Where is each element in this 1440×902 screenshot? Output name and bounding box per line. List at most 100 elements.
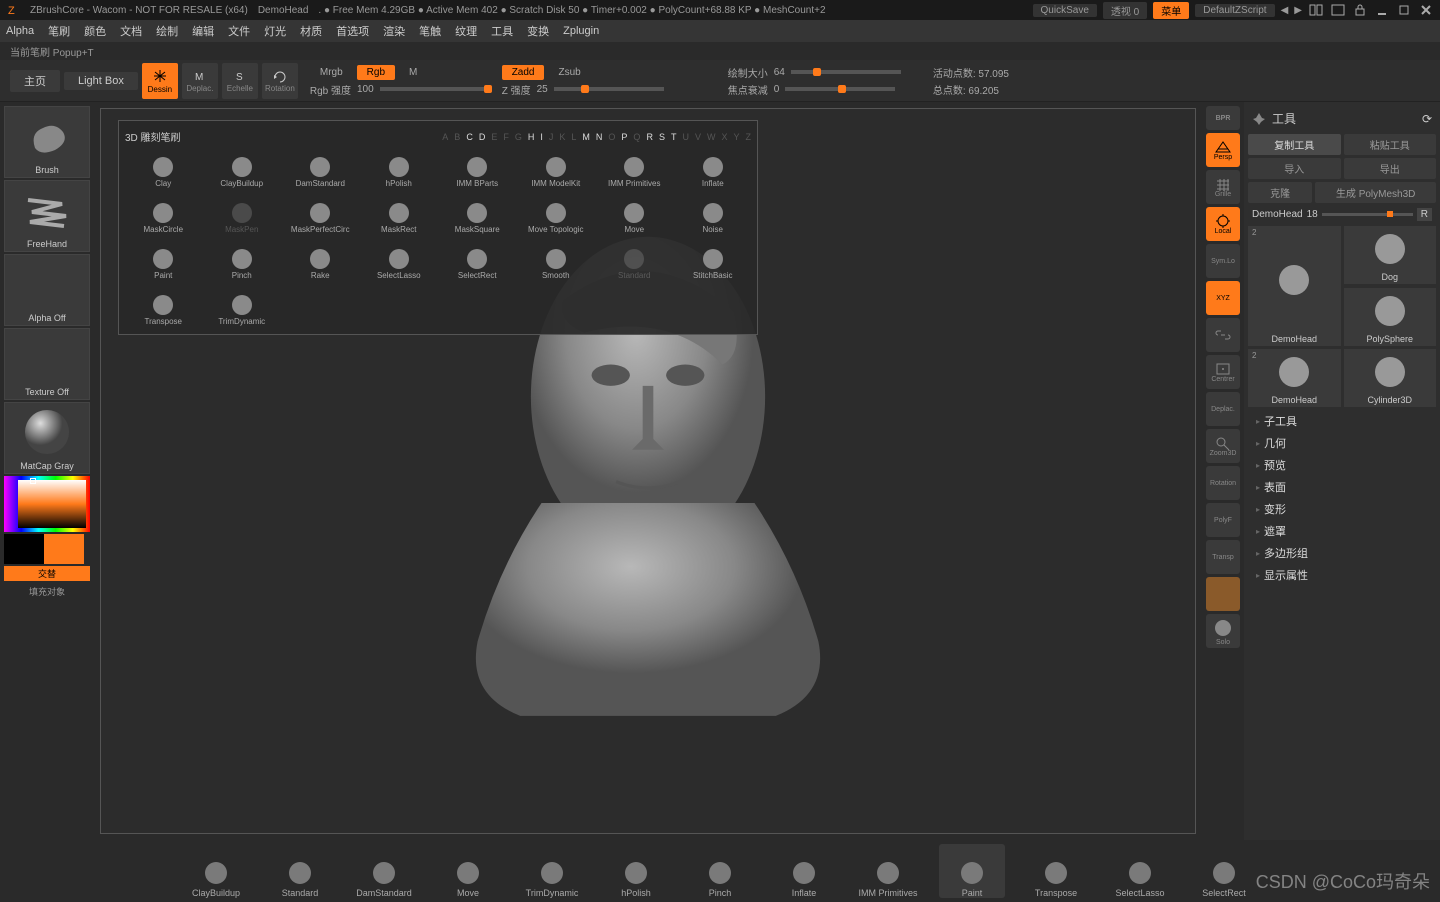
transp-button[interactable]: Transp (1206, 540, 1240, 574)
brush-shortcut[interactable]: DamStandard (351, 844, 417, 898)
brush-shortcut[interactable]: SelectLasso (1107, 844, 1173, 898)
brush-shortcut[interactable]: hPolish (603, 844, 669, 898)
nav-right-icon[interactable]: ▶ (1294, 5, 1302, 16)
tool-thumb[interactable]: Dog (1344, 226, 1437, 284)
z-intensity-slider[interactable] (554, 87, 664, 91)
section-header[interactable]: 多边形组 (1248, 542, 1436, 564)
letter-filter[interactable]: Y (733, 132, 739, 142)
persp-button[interactable]: Persp (1206, 133, 1240, 167)
tool-thumb[interactable]: 2DemoHead (1248, 226, 1341, 346)
default-zscript[interactable]: DefaultZScript (1195, 4, 1274, 17)
menu-draw[interactable]: 绘制 (156, 23, 178, 39)
brush-item[interactable]: MaskPerfectCirc (282, 192, 359, 236)
rotate-button[interactable]: Rotation (262, 63, 298, 99)
brush-item[interactable]: Inflate (675, 146, 752, 190)
letter-filter[interactable]: V (695, 132, 701, 142)
brush-thumb[interactable]: Brush (4, 106, 90, 178)
brush-item[interactable]: Rake (282, 238, 359, 282)
section-header[interactable]: 子工具 (1248, 410, 1436, 432)
brush-shortcut[interactable]: Inflate (771, 844, 837, 898)
export-button[interactable]: 导出 (1344, 158, 1437, 179)
brush-item[interactable]: Pinch (204, 238, 281, 282)
letter-filter[interactable]: W (707, 132, 716, 142)
brush-item[interactable]: Clay (125, 146, 202, 190)
close-icon[interactable] (1418, 2, 1434, 18)
letter-filter[interactable]: K (559, 132, 565, 142)
brush-item[interactable]: SelectRect (439, 238, 516, 282)
color-picker[interactable] (4, 476, 90, 532)
tool-thumb[interactable]: PolySphere (1344, 288, 1437, 346)
menu-transform[interactable]: 变换 (527, 23, 549, 39)
paste-tool-button[interactable]: 粘贴工具 (1344, 134, 1437, 155)
brush-item[interactable]: IMM ModelKit (518, 146, 595, 190)
deplac-button[interactable]: Deplac. (1206, 392, 1240, 426)
alpha-thumb[interactable]: Alpha Off (4, 254, 90, 326)
brush-shortcut[interactable]: IMM Primitives (855, 844, 921, 898)
primary-color[interactable] (44, 534, 84, 564)
menu-button[interactable]: 菜单 (1153, 2, 1189, 19)
minimize-icon[interactable] (1374, 2, 1390, 18)
letter-filter[interactable]: Q (633, 132, 640, 142)
frame-button[interactable] (1206, 577, 1240, 611)
xyz-button[interactable]: XYZ (1206, 281, 1240, 315)
menu-file[interactable]: 文件 (228, 23, 250, 39)
brush-item[interactable]: Standard (596, 238, 673, 282)
brush-item[interactable]: Smooth (518, 238, 595, 282)
letter-filter[interactable]: S (659, 132, 665, 142)
quicksave-button[interactable]: QuickSave (1033, 4, 1097, 17)
brush-shortcut[interactable]: Pinch (687, 844, 753, 898)
dock-left-icon[interactable] (1308, 2, 1324, 18)
dock-right-icon[interactable] (1330, 2, 1346, 18)
menu-color[interactable]: 颜色 (84, 23, 106, 39)
letter-filter[interactable]: P (621, 132, 627, 142)
lock-icon[interactable] (1352, 2, 1368, 18)
zoom3d-button[interactable]: Zoom3D (1206, 429, 1240, 463)
scale-button[interactable]: SEchelle (222, 63, 258, 99)
mrgb-button[interactable]: Mrgb (310, 65, 353, 80)
section-header[interactable]: 遮罩 (1248, 520, 1436, 542)
letter-filter[interactable]: T (671, 132, 677, 142)
brush-shortcut[interactable]: ClayBuildup (183, 844, 249, 898)
zadd-button[interactable]: Zadd (502, 65, 545, 80)
menu-texture[interactable]: 纹理 (455, 23, 477, 39)
lightbox-button[interactable]: Light Box (64, 72, 138, 90)
zsub-button[interactable]: Zsub (548, 65, 590, 80)
brush-item[interactable]: SelectLasso (361, 238, 438, 282)
solo-button[interactable]: Solo (1206, 614, 1240, 648)
brush-item[interactable]: MaskPen (204, 192, 281, 236)
brush-item[interactable]: MaskSquare (439, 192, 516, 236)
pin-icon[interactable] (1252, 112, 1266, 126)
focal-shift-slider[interactable] (785, 87, 895, 91)
brush-item[interactable]: DamStandard (282, 146, 359, 190)
letter-filter[interactable]: N (596, 132, 603, 142)
maximize-icon[interactable] (1396, 2, 1412, 18)
brush-shortcut[interactable]: Move (435, 844, 501, 898)
letter-filter[interactable]: Z (746, 132, 752, 142)
menu-brush[interactable]: 笔刷 (48, 23, 70, 39)
rgb-intensity-slider[interactable] (380, 87, 490, 91)
menu-document[interactable]: 文档 (120, 23, 142, 39)
letter-filter[interactable]: R (646, 132, 653, 142)
brush-item[interactable]: MaskCircle (125, 192, 202, 236)
dessin-button[interactable]: Dessin (142, 63, 178, 99)
copy-tool-button[interactable]: 复制工具 (1248, 134, 1341, 155)
tool-thumb[interactable]: 2DemoHead (1248, 349, 1341, 407)
color-swatches[interactable] (4, 534, 90, 564)
letter-filter[interactable]: F (503, 132, 509, 142)
brush-item[interactable]: ClayBuildup (204, 146, 281, 190)
menu-zplugin[interactable]: Zplugin (563, 25, 599, 37)
brush-item[interactable]: IMM BParts (439, 146, 516, 190)
letter-filter[interactable]: M (582, 132, 590, 142)
menu-prefs[interactable]: 首选项 (336, 23, 369, 39)
letter-filter[interactable]: C (466, 132, 473, 142)
texture-thumb[interactable]: Texture Off (4, 328, 90, 400)
symlo-button[interactable]: Sym.Lo (1206, 244, 1240, 278)
letter-filter[interactable]: I (540, 132, 543, 142)
move-button[interactable]: MDeplac. (182, 63, 218, 99)
menu-light[interactable]: 灯光 (264, 23, 286, 39)
nav-left-icon[interactable]: ◀ (1281, 5, 1289, 16)
centrer-button[interactable]: Centrer (1206, 355, 1240, 389)
bpr-button[interactable]: BPR (1206, 106, 1240, 130)
tool-slider[interactable] (1322, 213, 1413, 216)
brush-item[interactable]: hPolish (361, 146, 438, 190)
